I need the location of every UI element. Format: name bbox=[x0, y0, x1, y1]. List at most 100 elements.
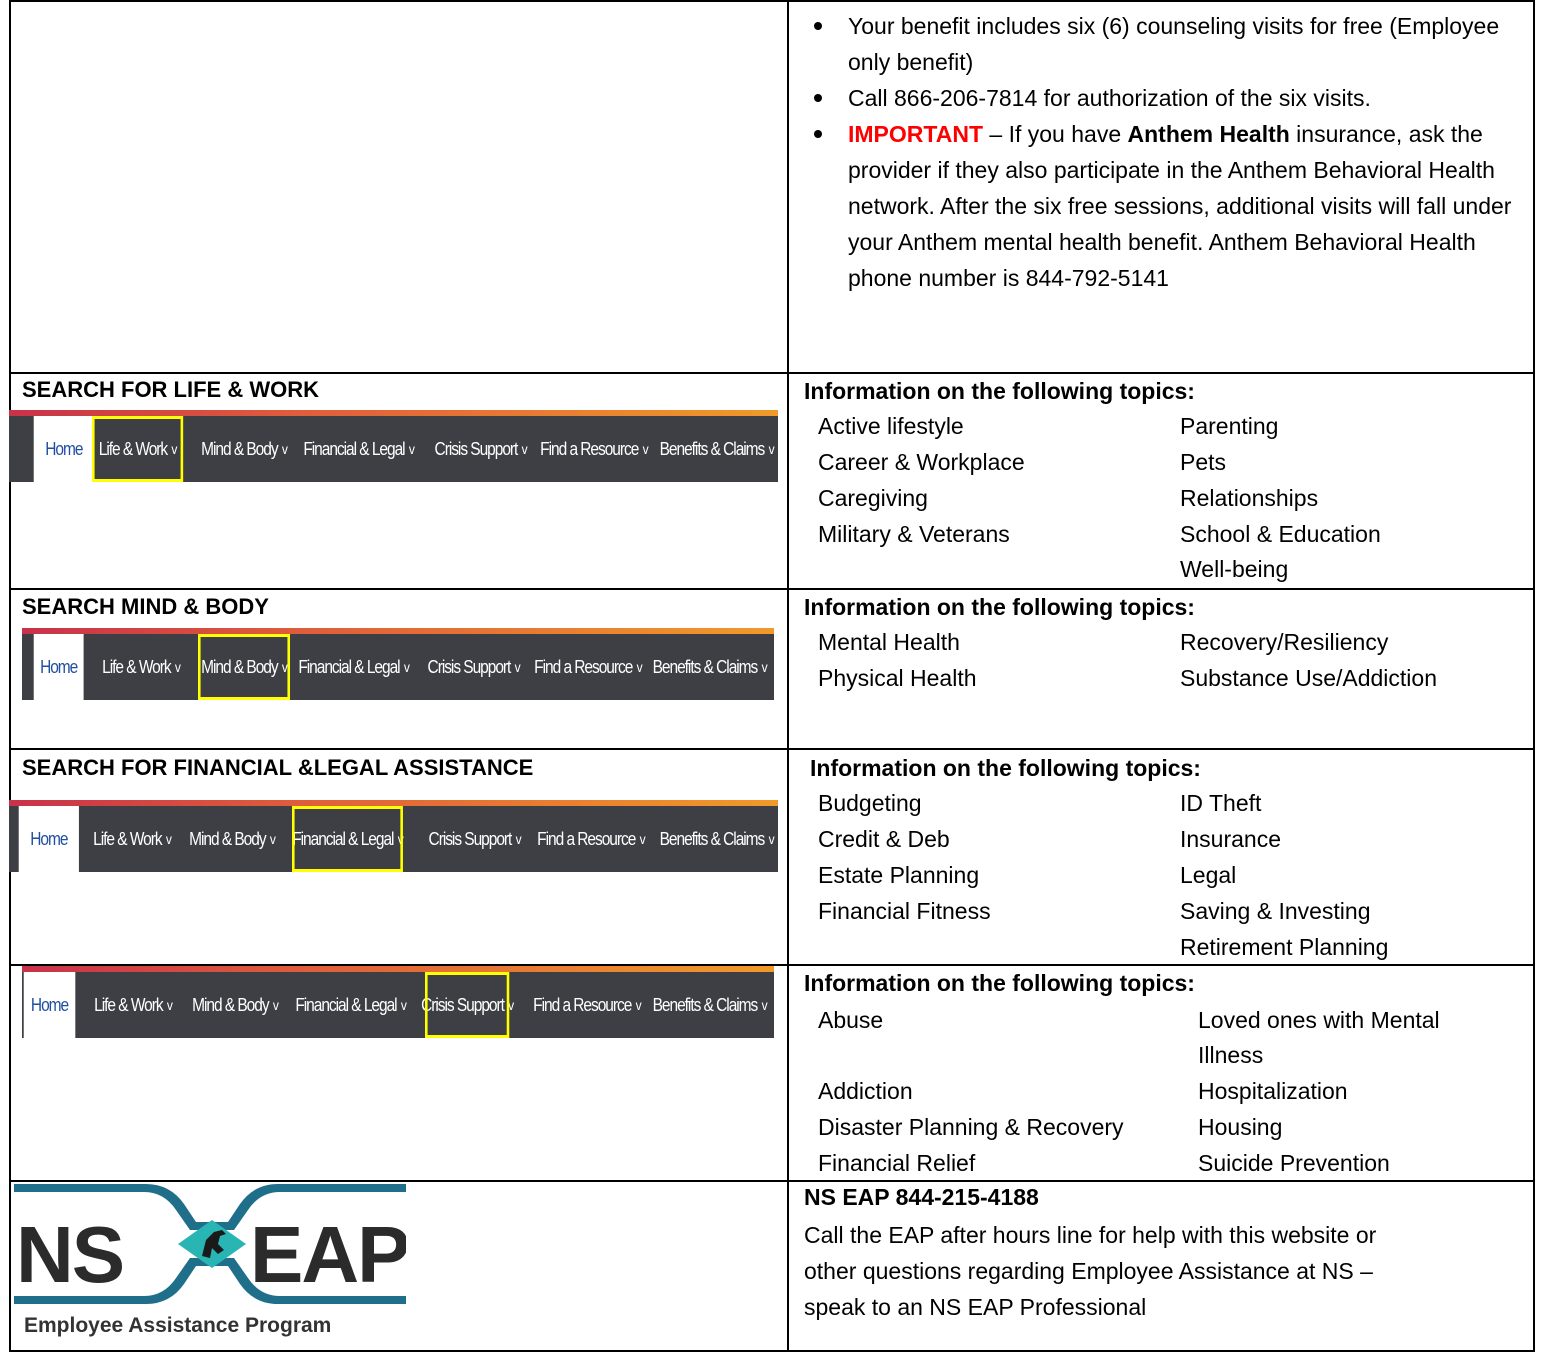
nav-label: Home bbox=[45, 438, 83, 459]
chevron-down-icon: v bbox=[514, 659, 521, 675]
nav-label: Crisis Support bbox=[427, 656, 512, 677]
nav-item-life-work[interactable]: Life & Work v bbox=[90, 972, 176, 1038]
chevron-down-icon: v bbox=[408, 441, 415, 457]
chevron-down-icon: v bbox=[174, 659, 181, 675]
chevron-down-icon: v bbox=[521, 441, 528, 457]
topic-item: Credit & Deb bbox=[818, 826, 950, 852]
chevron-down-icon: v bbox=[761, 659, 768, 675]
chevron-down-icon: v bbox=[171, 441, 177, 457]
anthem-health-label: Anthem Health bbox=[1127, 121, 1290, 147]
nav-bar-mind-body: Home Life & Work v Mind & Body v Financial… bbox=[22, 628, 774, 700]
topic-item: Well-being bbox=[1180, 556, 1289, 582]
topic-item: Suicide Prevention bbox=[1198, 1150, 1390, 1176]
nav-item-crisis-support[interactable]: Crisis Support v bbox=[421, 972, 514, 1038]
table-border-left bbox=[9, 0, 11, 1352]
topic-item: Career & Workplace bbox=[818, 449, 1025, 475]
contact-body-line: Call the EAP after hours line for help w… bbox=[804, 1222, 1377, 1248]
logo-tagline: Employee Assistance Program bbox=[24, 1314, 331, 1337]
nav-item-benefits-claims[interactable]: Benefits & Claims v bbox=[653, 972, 768, 1038]
chevron-down-icon: v bbox=[768, 831, 775, 847]
nav-item-find-resource[interactable]: Find a Resource v bbox=[534, 634, 642, 700]
topic-item: Illness bbox=[1198, 1042, 1264, 1068]
topic-item: Pets bbox=[1180, 449, 1227, 475]
nav-item-mind-body[interactable]: Mind & Body v bbox=[189, 806, 276, 872]
nav-item-home[interactable]: Home bbox=[32, 634, 84, 700]
chevron-down-icon: v bbox=[635, 997, 642, 1013]
nav-label: Find a Resource bbox=[533, 994, 632, 1015]
nav-item-life-work[interactable]: Life & Work v bbox=[89, 806, 175, 872]
topic-item: Military & Veterans bbox=[818, 521, 1010, 547]
topic-item: Addiction bbox=[818, 1078, 913, 1104]
nav-item-home[interactable]: Home bbox=[32, 416, 94, 482]
nav-label: Benefits & Claims bbox=[659, 438, 766, 459]
chevron-down-icon: v bbox=[166, 997, 173, 1013]
contact-title: NS EAP 844-215-4188 bbox=[804, 1184, 1039, 1210]
nav-item-crisis-support[interactable]: Crisis Support v bbox=[427, 634, 521, 700]
nav-item-benefits-claims[interactable]: Benefits & Claims v bbox=[653, 634, 768, 700]
nav-item-life-work[interactable]: Life & Work v bbox=[98, 634, 184, 700]
topics-title: Information on the following topics: bbox=[804, 594, 1195, 620]
topic-item: Loved ones with Mental bbox=[1198, 1007, 1440, 1033]
topic-item: Physical Health bbox=[818, 665, 977, 691]
topic-item: Caregiving bbox=[818, 485, 928, 511]
chevron-down-icon: v bbox=[768, 441, 775, 457]
nav-label: Life & Work bbox=[102, 656, 171, 677]
nav-item-life-work[interactable]: Life & Work v bbox=[92, 416, 184, 482]
nav-label: Benefits & Claims bbox=[652, 656, 759, 677]
nav-label: Mind & Body bbox=[201, 438, 278, 459]
chevron-down-icon: v bbox=[397, 831, 404, 847]
topic-item: Financial Relief bbox=[818, 1150, 976, 1176]
nav-item-crisis-support[interactable]: Crisis Support v bbox=[434, 416, 528, 482]
nav-item-find-resource[interactable]: Find a Resource v bbox=[537, 806, 645, 872]
nav-label: Find a Resource bbox=[534, 656, 633, 677]
benefit-bullet-list: Your benefit includes six (6) counseling… bbox=[804, 8, 1534, 296]
table-column-divider bbox=[787, 0, 789, 1352]
topic-item: Parenting bbox=[1180, 413, 1279, 439]
nav-item-mind-body[interactable]: Mind & Body v bbox=[198, 634, 291, 700]
nav-label: Home bbox=[40, 656, 78, 677]
nav-item-benefits-claims[interactable]: Benefits & Claims v bbox=[660, 806, 775, 872]
topic-item: Recovery/Resiliency bbox=[1180, 629, 1389, 655]
topics-title: Information on the following topics: bbox=[804, 378, 1195, 404]
nav-item-mind-body[interactable]: Mind & Body v bbox=[201, 416, 288, 482]
chevron-down-icon: v bbox=[403, 659, 410, 675]
chevron-down-icon: v bbox=[281, 441, 288, 457]
nav-item-financial-legal[interactable]: Financial & Legal v bbox=[295, 972, 407, 1038]
topic-item: Hospitalization bbox=[1198, 1078, 1348, 1104]
nav-bar-financial-legal: Home Life & Work v Mind & Body v Financial… bbox=[9, 800, 778, 872]
bullet-text: Call 866-206-7814 for authorization of t… bbox=[848, 85, 1371, 111]
bullet-call-authorization: Call 866-206-7814 for authorization of t… bbox=[804, 80, 1534, 116]
nav-bar-crisis-support: Home Life & Work v Mind & Body v Financial… bbox=[22, 966, 774, 1038]
chevron-down-icon: v bbox=[269, 831, 276, 847]
nav-item-home[interactable]: Home bbox=[17, 806, 79, 872]
nav-item-financial-legal[interactable]: Financial & Legal v bbox=[298, 634, 410, 700]
nav-item-financial-legal[interactable]: Financial & Legal v bbox=[292, 806, 404, 872]
chevron-down-icon: v bbox=[165, 831, 172, 847]
topic-item: Budgeting bbox=[818, 790, 922, 816]
topic-item: Legal bbox=[1180, 862, 1237, 888]
nav-label: Crisis Support bbox=[434, 438, 519, 459]
nav-label: Crisis Support bbox=[428, 828, 513, 849]
nav-label: Mind & Body bbox=[201, 656, 278, 677]
chevron-down-icon: v bbox=[400, 997, 407, 1013]
nav-item-home[interactable]: Home bbox=[22, 972, 76, 1038]
nav-item-financial-legal[interactable]: Financial & Legal v bbox=[303, 416, 415, 482]
nav-label: Home bbox=[30, 828, 68, 849]
nav-item-crisis-support[interactable]: Crisis Support v bbox=[428, 806, 522, 872]
bullet-important-anthem: IMPORTANT – If you have Anthem Health in… bbox=[804, 116, 1534, 296]
nav-label: Financial & Legal bbox=[295, 994, 397, 1015]
topic-item: Insurance bbox=[1180, 826, 1282, 852]
section-heading-financial-legal: SEARCH FOR FINANCIAL &LEGAL ASSISTANCE bbox=[22, 755, 534, 780]
topic-item: Housing bbox=[1198, 1114, 1283, 1140]
nav-item-find-resource[interactable]: Find a Resource v bbox=[540, 416, 648, 482]
nav-label: Crisis Support bbox=[421, 994, 505, 1015]
nav-item-mind-body[interactable]: Mind & Body v bbox=[192, 972, 279, 1038]
ns-eap-logo-graphic: NS EAP Employee Assistance Program bbox=[14, 1184, 411, 1337]
topic-item: Abuse bbox=[818, 1007, 884, 1033]
nav-item-benefits-claims[interactable]: Benefits & Claims v bbox=[660, 416, 775, 482]
row-divider bbox=[9, 748, 1535, 750]
chevron-down-icon: v bbox=[515, 831, 522, 847]
nav-item-find-resource[interactable]: Find a Resource v bbox=[533, 972, 641, 1038]
nav-label: Find a Resource bbox=[537, 828, 636, 849]
important-label: IMPORTANT bbox=[848, 121, 984, 147]
